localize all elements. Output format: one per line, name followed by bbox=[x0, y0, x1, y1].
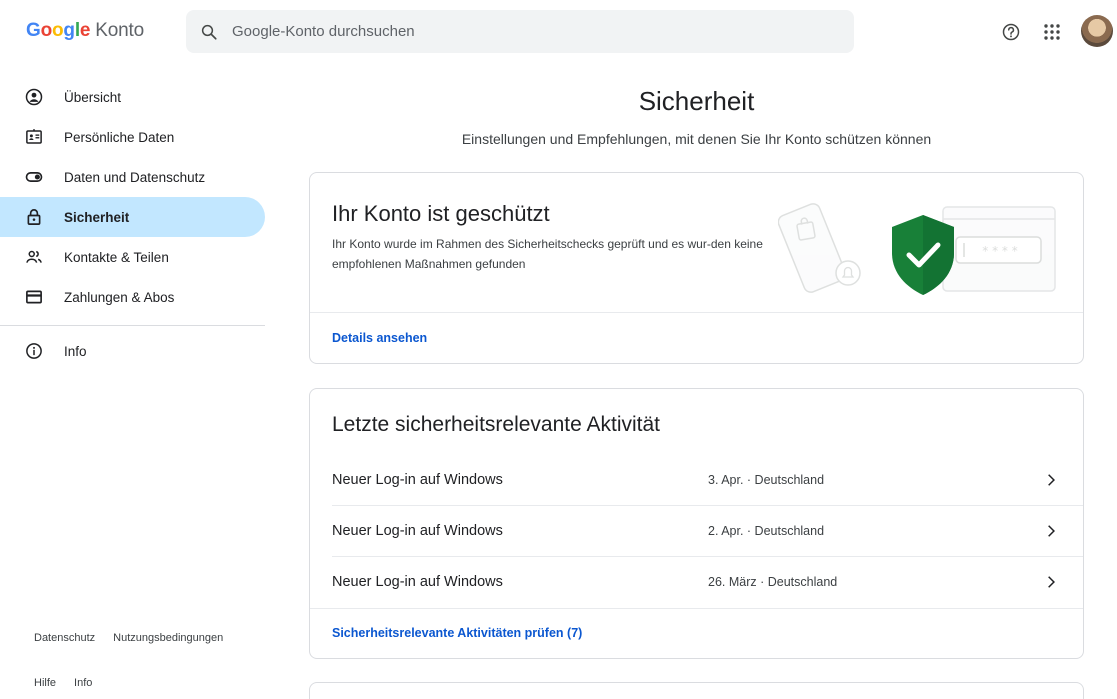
avatar[interactable] bbox=[1081, 15, 1113, 47]
activity-row[interactable]: Neuer Log-in auf Windows 3. Apr. · Deuts… bbox=[310, 454, 1083, 505]
activity-detail: 26. März · Deutschland bbox=[708, 574, 838, 589]
details-link[interactable]: Details ansehen bbox=[332, 331, 427, 345]
sidebar-item-label: Übersicht bbox=[64, 89, 122, 105]
card-divider bbox=[310, 608, 1083, 609]
sidebar-item-label: Kontakte & Teilen bbox=[64, 249, 169, 265]
card-divider bbox=[310, 312, 1083, 313]
logo-suffix: Konto bbox=[95, 20, 144, 41]
sidebar-item-label: Persönliche Daten bbox=[64, 129, 175, 145]
logo-letter: o bbox=[40, 20, 53, 41]
activity-event: Neuer Log-in auf Windows bbox=[332, 573, 503, 590]
chevron-right-icon bbox=[1041, 521, 1061, 541]
sidebar-item-daten-und-datenschutz[interactable]: Daten und Datenschutz bbox=[0, 157, 265, 197]
status-card-description: Ihr Konto wurde im Rahmen des Sicherheit… bbox=[332, 237, 763, 271]
footer-links: Datenschutz Nutzungsbedingungen bbox=[34, 632, 241, 644]
help-link[interactable]: Hilfe bbox=[34, 677, 56, 689]
sidebar-item-sicherheit[interactable]: Sicherheit bbox=[0, 197, 265, 237]
logo-letter: e bbox=[79, 20, 91, 41]
sidebar-item-label: Info bbox=[64, 343, 87, 359]
footer-links: Hilfe Info bbox=[34, 677, 110, 689]
info-icon bbox=[25, 342, 43, 360]
app-header: Google Konto Google-Konto durchsuchen bbox=[0, 0, 1117, 64]
search-placeholder: Google-Konto durchsuchen bbox=[232, 23, 415, 40]
search-icon bbox=[186, 23, 232, 41]
google-wordmark: Google bbox=[26, 20, 90, 42]
account-circle-icon bbox=[25, 88, 43, 106]
activity-row[interactable]: Neuer Log-in auf Windows 2. Apr. · Deuts… bbox=[310, 505, 1083, 556]
next-card bbox=[309, 682, 1084, 699]
info-link[interactable]: Info bbox=[74, 677, 92, 689]
sidebar-item-label: Zahlungen & Abos bbox=[64, 289, 175, 305]
status-card-title: Ihr Konto ist geschützt bbox=[332, 201, 550, 226]
credit-card-icon bbox=[25, 288, 43, 306]
privacy-link[interactable]: Datenschutz bbox=[34, 632, 95, 644]
recent-activity-card: Letzte sicherheitsrelevante Aktivität Ne… bbox=[309, 388, 1084, 659]
sidebar-item-info[interactable]: Info bbox=[0, 331, 265, 371]
people-icon bbox=[25, 248, 43, 266]
sidebar-item-persoenliche-daten[interactable]: Persönliche Daten bbox=[0, 117, 265, 157]
logo-letter: o bbox=[52, 20, 64, 41]
toggle-icon bbox=[25, 168, 43, 186]
apps-grid-icon[interactable] bbox=[1040, 20, 1064, 44]
search-input[interactable]: Google-Konto durchsuchen bbox=[186, 10, 854, 53]
logo-letter: G bbox=[26, 20, 41, 41]
review-activity-link[interactable]: Sicherheitsrelevante Aktivitäten prüfen … bbox=[332, 626, 582, 640]
security-illustration: * * * * bbox=[778, 203, 1056, 295]
activity-detail: 3. Apr. · Deutschland bbox=[708, 472, 825, 487]
page-subtitle: Einstellungen und Empfehlungen, mit dene… bbox=[461, 131, 932, 147]
activity-event: Neuer Log-in auf Windows bbox=[332, 522, 503, 539]
password-mask: * * * * bbox=[982, 244, 1017, 258]
chevron-right-icon bbox=[1041, 470, 1061, 490]
sidebar-nav: Übersicht Persönliche Daten Daten und Da… bbox=[0, 77, 265, 371]
account-status-card: Ihr Konto ist geschützt Ihr Konto wurde … bbox=[309, 172, 1084, 364]
sidebar-item-label: Sicherheit bbox=[64, 209, 130, 225]
sidebar-item-uebersicht[interactable]: Übersicht bbox=[0, 77, 265, 117]
chevron-right-icon bbox=[1041, 572, 1061, 592]
sidebar-item-zahlungen-abos[interactable]: Zahlungen & Abos bbox=[0, 277, 265, 317]
sidebar-item-kontakte-teilen[interactable]: Kontakte & Teilen bbox=[0, 237, 265, 277]
page-title: Sicherheit bbox=[638, 86, 755, 116]
activity-card-title: Letzte sicherheitsrelevante Aktivität bbox=[332, 413, 661, 436]
activity-detail: 2. Apr. · Deutschland bbox=[708, 523, 825, 538]
terms-link[interactable]: Nutzungsbedingungen bbox=[113, 632, 223, 644]
logo-letter: g bbox=[63, 20, 75, 41]
id-card-icon bbox=[25, 128, 43, 146]
google-account-logo[interactable]: Google Konto bbox=[26, 20, 144, 42]
help-icon[interactable] bbox=[999, 20, 1023, 44]
activity-event: Neuer Log-in auf Windows bbox=[332, 471, 503, 488]
sidebar-item-label: Daten und Datenschutz bbox=[64, 169, 206, 185]
sidebar-divider bbox=[0, 325, 265, 326]
lock-icon bbox=[25, 208, 43, 226]
activity-row[interactable]: Neuer Log-in auf Windows 26. März · Deut… bbox=[310, 556, 1083, 607]
